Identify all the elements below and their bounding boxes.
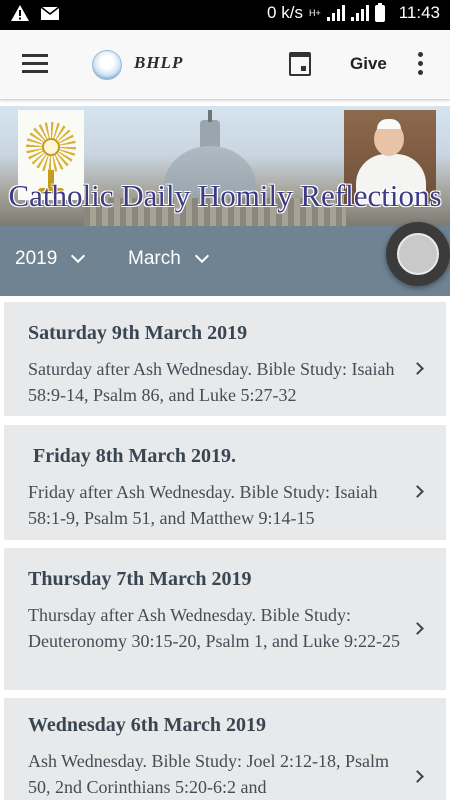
list-item[interactable]: Saturday 9th March 2019 Saturday after A… — [4, 302, 446, 416]
banner-title: Catholic Daily Homily Reflections — [8, 178, 442, 213]
warning-icon — [11, 5, 29, 21]
calendar-icon[interactable] — [289, 52, 311, 76]
signal-2-icon — [350, 5, 369, 21]
entry-title: Thursday 7th March 2019 — [28, 568, 252, 590]
entry-description: Thursday after Ash Wednesday. Bible Stud… — [28, 605, 400, 651]
entry-title: Saturday 9th March 2019 — [28, 322, 248, 344]
list-item[interactable]: Wednesday 6th March 2019 Ash Wednesday. … — [4, 698, 446, 800]
entry-description: Friday after Ash Wednesday. Bible Study:… — [28, 482, 378, 528]
app-bar: BHLP Give — [0, 30, 450, 100]
status-notifications — [10, 4, 60, 22]
chevron-down-icon — [194, 248, 209, 264]
fab-circle-icon — [397, 233, 439, 275]
signal-icon — [326, 5, 345, 21]
entry-description: Saturday after Ash Wednesday. Bible Stud… — [28, 359, 395, 405]
floating-action-button[interactable] — [386, 222, 450, 286]
give-button[interactable]: Give — [350, 54, 387, 74]
chevron-right-icon — [411, 622, 424, 635]
logo-icon — [92, 50, 122, 80]
year-value: 2019 — [15, 248, 58, 269]
clock: 11:43 — [398, 3, 440, 22]
status-bar: 0 k/s H+ 11:43 — [0, 0, 450, 30]
chevron-down-icon — [71, 248, 86, 264]
month-value: March — [128, 248, 181, 269]
mail-icon — [40, 6, 60, 20]
chevron-right-icon — [411, 485, 424, 498]
battery-icon — [374, 2, 385, 22]
brand-name: BHLP — [134, 53, 184, 72]
month-select[interactable]: March — [128, 248, 209, 270]
list-item[interactable]: Friday 8th March 2019. Friday after Ash … — [4, 425, 446, 540]
homily-list: Saturday 9th March 2019 Saturday after A… — [0, 296, 450, 800]
entry-title: Friday 8th March 2019. — [28, 445, 236, 467]
menu-icon[interactable] — [22, 54, 48, 74]
filter-bar: 2019 March — [0, 226, 450, 296]
dome-cross — [208, 110, 212, 122]
entry-title: Wednesday 6th March 2019 — [28, 714, 266, 736]
list-item[interactable]: Thursday 7th March 2019 Thursday after A… — [4, 548, 446, 690]
network-type: H+ — [308, 8, 321, 18]
chevron-right-icon — [411, 362, 424, 375]
entry-description: Ash Wednesday. Bible Study: Joel 2:12-18… — [28, 751, 390, 797]
network-speed: 0 k/s — [267, 3, 303, 22]
status-indicators: 0 k/s H+ 11:43 — [267, 2, 440, 23]
year-select[interactable]: 2019 — [15, 248, 86, 270]
chevron-right-icon — [411, 770, 424, 783]
more-vert-icon[interactable] — [418, 52, 424, 76]
